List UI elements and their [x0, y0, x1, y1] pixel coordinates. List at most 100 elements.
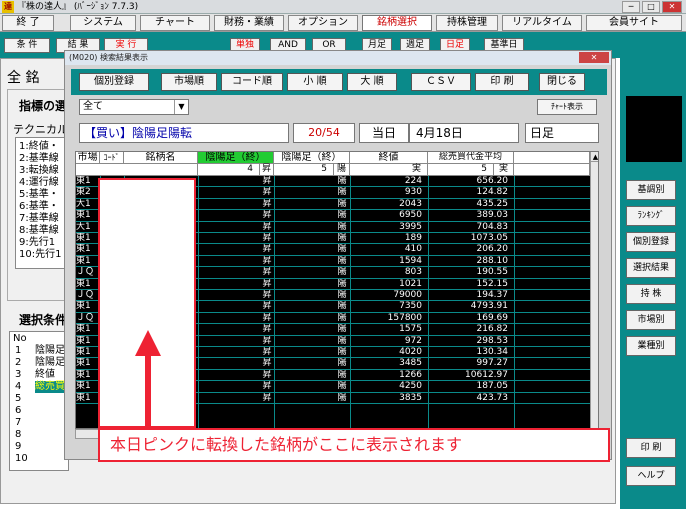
menu-member-site[interactable]: 会員サイト [586, 15, 682, 31]
cell-close: 4250 [399, 381, 422, 392]
column-divider [428, 176, 429, 428]
selection-row-no: 9 [15, 441, 22, 452]
descending-button[interactable]: 大 順 [347, 73, 397, 91]
selection-row-value[interactable]: 陰陽足 [35, 357, 65, 369]
cell-candle2: 陽 [337, 290, 347, 300]
menu-chart[interactable]: チャート [140, 15, 210, 31]
selection-row-no: 5 [15, 393, 22, 404]
selection-row-value[interactable]: 終値 [35, 369, 55, 381]
csv-button[interactable]: ＣＳＶ [411, 73, 471, 91]
maximize-icon[interactable]: □ [642, 1, 660, 13]
cell-candle1: 昇 [262, 210, 272, 221]
selection-row-value[interactable]: 総売買 [35, 381, 65, 393]
menu-option[interactable]: オプション [288, 15, 358, 31]
cell-candle2: 陽 [337, 267, 347, 278]
cell-close: 3995 [399, 221, 422, 232]
ranking-button[interactable]: ﾗﾝｷﾝｸﾞ [626, 206, 676, 226]
minimize-icon[interactable]: ─ [622, 1, 640, 13]
col-avg-value[interactable]: 総売買代金平均 [428, 152, 514, 164]
menu-stock-select[interactable]: 銘柄選択 [362, 15, 432, 31]
cell-candle1: 昇 [262, 335, 272, 346]
code-order-button[interactable]: コード順 [221, 73, 283, 91]
col-candle2[interactable]: 陰陽足（終） [274, 152, 350, 164]
holdings-button[interactable]: 持 株 [626, 284, 676, 304]
help-button[interactable]: ヘルプ [626, 466, 676, 486]
dialog-print-button[interactable]: 印 刷 [475, 73, 529, 91]
filter-select[interactable]: 全て ▼ [79, 99, 189, 115]
cell-candle1: 昇 [262, 244, 272, 255]
cell-avg-value: 152.15 [476, 278, 509, 289]
close-dialog-button[interactable]: 閉じる [539, 73, 585, 91]
cell-candle2: 陽 [337, 278, 347, 289]
chart-display-button[interactable]: ﾁｬｰﾄ表示 [537, 99, 597, 115]
cell-market: 東1 [76, 347, 91, 357]
subheader-c3: 実 [350, 164, 428, 176]
close-icon[interactable]: ✕ [662, 1, 682, 13]
cell-market: 東1 [76, 335, 91, 346]
cell-market: 東1 [76, 358, 91, 369]
col-code[interactable]: ｺｰﾄﾞ [100, 152, 124, 164]
col-name[interactable]: 銘柄名 [124, 152, 198, 164]
cell-candle1: 昇 [262, 358, 272, 369]
indicator-item: 1:終値・ [19, 141, 59, 152]
cell-candle1: 昇 [262, 381, 272, 392]
subheader-blank [76, 164, 198, 176]
cell-market: 東1 [76, 301, 91, 312]
selection-result-button[interactable]: 選択結果 [626, 258, 676, 278]
cell-close: 972 [404, 335, 422, 346]
cell-avg-value: 1073.05 [470, 233, 508, 243]
cell-candle2: 陽 [337, 301, 347, 312]
selection-row-no: 8 [15, 429, 22, 440]
selection-row-no: 4 [15, 381, 22, 392]
individual-register-dialog-button[interactable]: 個別登録 [79, 73, 149, 91]
cell-candle1: 昇 [262, 221, 272, 232]
col-close[interactable]: 終値 [350, 152, 428, 164]
cell-candle1: 昇 [262, 324, 272, 335]
cell-candle1: 昇 [262, 312, 272, 323]
cell-close: 3835 [399, 392, 422, 403]
cell-avg-value: 130.34 [476, 347, 509, 357]
ascending-button[interactable]: 小 順 [287, 73, 343, 91]
cell-candle2: 陽 [337, 210, 347, 221]
trend-button[interactable]: 基調別 [626, 180, 676, 200]
cell-close: 410 [404, 244, 422, 255]
by-market-button[interactable]: 市場別 [626, 310, 676, 330]
cell-candle1: 昇 [262, 233, 272, 243]
cell-candle2: 陽 [337, 369, 347, 380]
dialog-close-icon[interactable]: ✕ [579, 52, 609, 63]
cell-market: 東1 [76, 369, 91, 380]
by-industry-button[interactable]: 業種別 [626, 336, 676, 356]
cell-avg-value: 216.82 [476, 324, 509, 335]
side-display [626, 96, 682, 162]
selection-row-no: 3 [15, 369, 22, 380]
selection-row-no: 7 [15, 417, 22, 428]
market-order-button[interactable]: 市場順 [161, 73, 217, 91]
menu-exit[interactable]: 終 了 [2, 15, 54, 31]
cell-candle1: 昇 [262, 267, 272, 278]
menu-realtime[interactable]: リアルタイム [502, 15, 582, 31]
selection-row-value[interactable]: 陰陽足 [35, 345, 65, 357]
scroll-up-icon[interactable]: ▲ [591, 152, 598, 162]
dialog-toolbar: 個別登録 市場順 コード順 小 順 大 順 ＣＳＶ 印 刷 閉じる [71, 69, 607, 95]
menu-system[interactable]: システム [70, 15, 136, 31]
cell-candle1: 昇 [262, 187, 272, 198]
individual-register-button[interactable]: 個別登録 [626, 232, 676, 252]
print-button[interactable]: 印 刷 [626, 438, 676, 458]
cell-close: 79000 [393, 290, 422, 300]
menu-holdings[interactable]: 持株管理 [436, 15, 498, 31]
result-count: 20/54 [293, 123, 355, 143]
indicator-item: 2:基準線 [19, 153, 59, 164]
selection-row-no: 1 [15, 345, 22, 356]
cell-avg-value: 435.25 [476, 198, 509, 209]
condition-button[interactable]: 条 件 [4, 38, 50, 53]
cell-candle2: 陽 [337, 312, 347, 323]
col-market[interactable]: 市場 [76, 152, 100, 164]
cell-close: 1021 [399, 278, 422, 289]
col-candle1[interactable]: 陰陽足（終） [198, 152, 274, 164]
vertical-scrollbar[interactable]: ▲ [590, 152, 598, 428]
cell-close: 3485 [399, 358, 422, 369]
indicator-item: 5:基準・ [19, 189, 59, 200]
signal-label: 【買い】陰陽足陽転 [79, 123, 289, 143]
cell-market: ＪＱ [76, 267, 95, 278]
menu-finance[interactable]: 財務・業績 [214, 15, 284, 31]
